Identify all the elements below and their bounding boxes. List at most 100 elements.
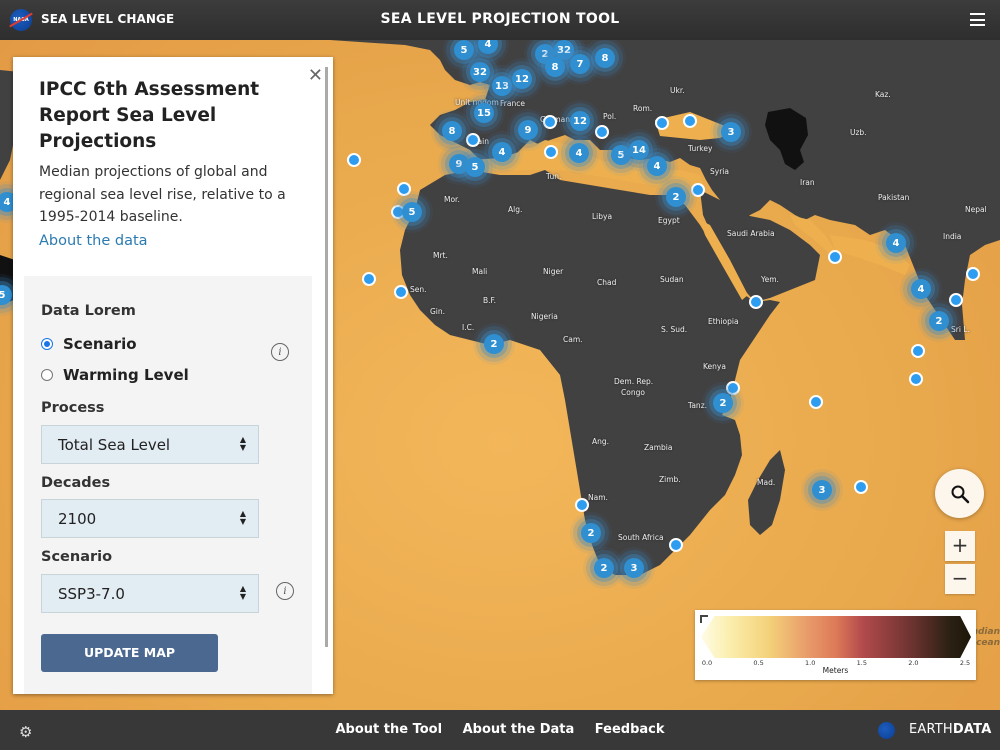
scenario-value: SSP3-7.0	[58, 585, 125, 603]
decades-label: Decades	[41, 475, 111, 491]
search-button[interactable]	[935, 469, 984, 518]
radio-warming-level[interactable]: Warming Level	[41, 366, 189, 384]
cluster-marker[interactable]: 2	[929, 311, 949, 331]
earthdata-link[interactable]: EARTHDATA	[909, 722, 991, 737]
cluster-marker[interactable]: 4	[569, 143, 589, 163]
radio-scenario-indicator[interactable]	[41, 338, 53, 350]
map-region-label: Alg.	[508, 205, 523, 214]
cluster-marker[interactable]: 5	[611, 145, 631, 165]
tide-gauge-marker[interactable]	[466, 133, 480, 147]
zoom-out-button[interactable]: −	[945, 564, 975, 594]
data-heading: Data Lorem	[41, 303, 136, 319]
map-region-label: Rom.	[633, 104, 653, 113]
cluster-marker[interactable]: 4	[886, 233, 906, 253]
cluster-marker[interactable]: 5	[402, 202, 422, 222]
info-icon[interactable]: i	[271, 343, 289, 361]
update-map-button[interactable]: UPDATE MAP	[41, 634, 218, 672]
cluster-marker[interactable]: 4	[492, 142, 512, 162]
decades-value: 2100	[58, 510, 97, 528]
cluster-marker[interactable]: 2	[666, 187, 686, 207]
scenario-select[interactable]: SSP3-7.0 ▲ ▼	[41, 574, 259, 613]
cluster-marker[interactable]: 3	[721, 122, 741, 142]
tide-gauge-marker[interactable]	[347, 153, 361, 167]
legend-toggle-icon[interactable]	[700, 615, 708, 623]
scenario-label: Scenario	[41, 549, 113, 565]
tide-gauge-marker[interactable]	[809, 395, 823, 409]
map-region-label: Tanz.	[688, 401, 708, 410]
tide-gauge-marker[interactable]	[726, 381, 740, 395]
map-region-label: Ethiopia	[708, 317, 739, 326]
tide-gauge-marker[interactable]	[828, 250, 842, 264]
legend-colorbar	[701, 616, 971, 658]
panel-description: Median projections of global and regiona…	[39, 164, 286, 225]
cluster-marker[interactable]: 2	[713, 393, 733, 413]
decades-select[interactable]: 2100 ▲ ▼	[41, 499, 259, 538]
cluster-marker[interactable]: 2	[581, 523, 601, 543]
tide-gauge-marker[interactable]	[655, 116, 669, 130]
map-region-label: Iran	[800, 178, 815, 187]
zoom-in-button[interactable]: +	[945, 531, 975, 561]
footer-link-feedback[interactable]: Feedback	[595, 722, 665, 737]
map-region-label: Gin.	[430, 307, 446, 316]
cluster-marker[interactable]: 13	[492, 76, 512, 96]
tide-gauge-marker[interactable]	[394, 285, 408, 299]
radio-warming-level-label: Warming Level	[63, 366, 189, 384]
about-data-link[interactable]: About the data	[39, 233, 148, 249]
map-region-label: Yem.	[761, 275, 779, 284]
tide-gauge-marker[interactable]	[575, 498, 589, 512]
tide-gauge-marker[interactable]	[854, 480, 868, 494]
cluster-marker[interactable]: 15	[474, 103, 494, 123]
color-legend: 0.0 0.5 1.0 1.5 2.0 2.5 Meters	[695, 610, 976, 680]
cluster-marker[interactable]: 14	[629, 140, 649, 160]
panel-scrollbar[interactable]	[325, 67, 328, 647]
cluster-marker[interactable]: 9	[518, 120, 538, 140]
tide-gauge-marker[interactable]	[691, 183, 705, 197]
cluster-marker[interactable]: 2	[594, 558, 614, 578]
footer-link-about-tool[interactable]: About the Tool	[335, 722, 442, 737]
cluster-marker[interactable]: 8	[442, 121, 462, 141]
tide-gauge-marker[interactable]	[966, 267, 980, 281]
process-select[interactable]: Total Sea Level ▲ ▼	[41, 425, 259, 464]
map-region-label: S. Sud.	[661, 325, 688, 334]
earthdata-prefix: EARTH	[909, 722, 953, 737]
cluster-marker[interactable]: 4	[647, 156, 667, 176]
tide-gauge-marker[interactable]	[669, 538, 683, 552]
earthdata-suffix: DATA	[952, 722, 992, 737]
tide-gauge-marker[interactable]	[397, 182, 411, 196]
tide-gauge-marker[interactable]	[544, 145, 558, 159]
page-title: SEA LEVEL PROJECTION TOOL	[380, 11, 620, 27]
cluster-marker[interactable]: 32	[470, 62, 490, 82]
footer-links: About the Tool About the Data Feedback	[0, 722, 1000, 737]
tide-gauge-marker[interactable]	[911, 344, 925, 358]
cluster-marker[interactable]: 3	[812, 480, 832, 500]
cluster-marker[interactable]: 4	[911, 279, 931, 299]
map-region-label: Mad.	[757, 478, 776, 487]
hamburger-menu-icon[interactable]	[970, 13, 985, 26]
map-region-label: South Africa	[618, 533, 664, 542]
projection-form: Data Lorem Scenario Warming Level i Proc…	[24, 276, 312, 694]
tide-gauge-marker[interactable]	[749, 295, 763, 309]
map-region-label: India	[943, 232, 962, 241]
tide-gauge-marker[interactable]	[909, 372, 923, 386]
radio-warming-level-indicator[interactable]	[41, 369, 53, 381]
cluster-marker[interactable]: 5	[454, 40, 474, 60]
tide-gauge-marker[interactable]	[543, 115, 557, 129]
cluster-marker[interactable]: 2	[484, 334, 504, 354]
tide-gauge-marker[interactable]	[683, 114, 697, 128]
scenario-info-icon[interactable]: i	[276, 582, 294, 600]
map-region-label: B.F.	[483, 296, 497, 305]
cluster-marker[interactable]: 12	[512, 69, 532, 89]
cluster-marker[interactable]: 12	[570, 111, 590, 131]
cluster-marker[interactable]: 7	[570, 54, 590, 74]
cluster-marker[interactable]: 5	[465, 157, 485, 177]
cluster-marker[interactable]: 3	[624, 558, 644, 578]
cluster-marker[interactable]: 8	[595, 48, 615, 68]
tide-gauge-marker[interactable]	[362, 272, 376, 286]
footer-link-about-data[interactable]: About the Data	[463, 722, 575, 737]
close-icon[interactable]: ✕	[308, 67, 323, 85]
tide-gauge-marker[interactable]	[595, 125, 609, 139]
tide-gauge-marker[interactable]	[949, 293, 963, 307]
radio-scenario[interactable]: Scenario	[41, 335, 137, 353]
cluster-marker[interactable]: 8	[545, 57, 565, 77]
map-region-label: Dem. Rep.	[614, 377, 654, 386]
